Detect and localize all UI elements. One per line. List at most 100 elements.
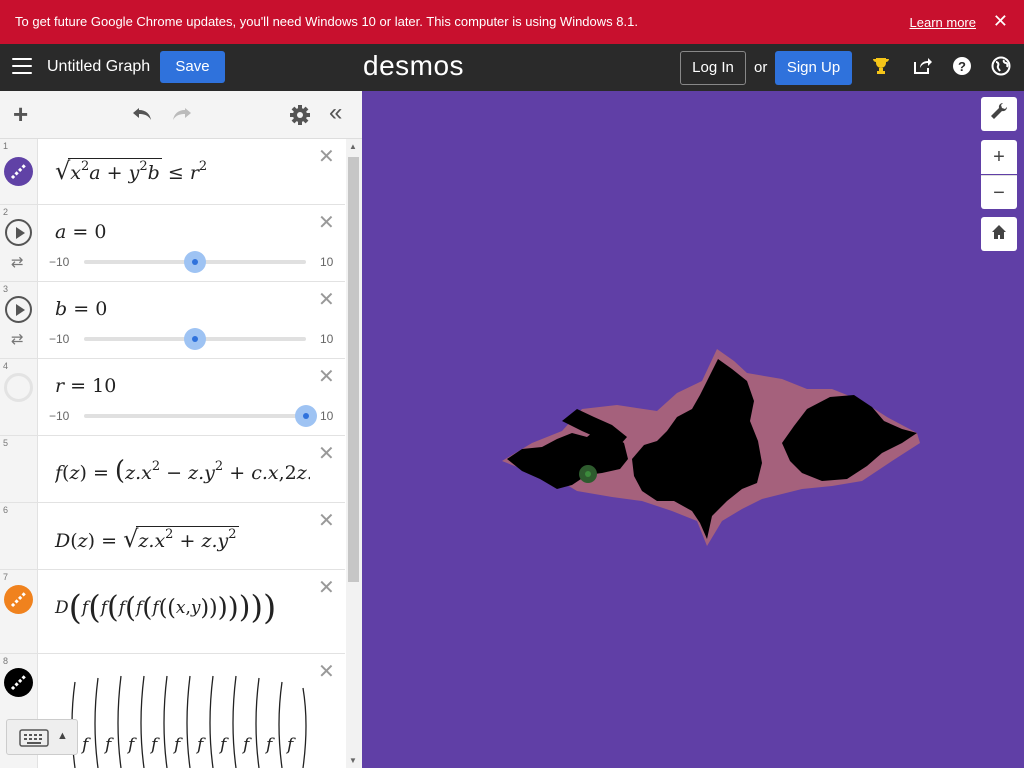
expression-scrollbar[interactable]: ▲ ▼ xyxy=(346,139,362,768)
add-item-icon[interactable]: + xyxy=(13,101,28,127)
expression-row-2[interactable]: 2 ⇄ a = 0 −10 10 ✕ xyxy=(0,205,345,282)
slider-expression[interactable]: r = 10 xyxy=(55,375,116,397)
signup-button[interactable]: Sign Up xyxy=(775,51,852,85)
expression-number: 2 xyxy=(3,207,9,217)
deep-nested-function-expression[interactable]: ffff ffff ff xyxy=(55,664,310,768)
expression-number: 7 xyxy=(3,572,9,582)
share-icon[interactable] xyxy=(911,56,933,78)
slider-variable: b xyxy=(55,298,68,320)
expression-toolbar: + « xyxy=(0,91,362,139)
expression-gutter: 3 ⇄ xyxy=(0,282,38,358)
expression-gutter: 5 xyxy=(0,436,38,502)
svg-text:f: f xyxy=(218,735,229,755)
nested-function-expression[interactable]: D(f(f(f(f(f((x,y))))))) xyxy=(55,588,276,628)
expression-number: 3 xyxy=(3,284,9,294)
slider-min[interactable]: −10 xyxy=(49,255,69,269)
trophy-icon[interactable] xyxy=(870,56,892,78)
play-slider-icon[interactable] xyxy=(5,219,32,246)
graph-settings-wrench-icon[interactable] xyxy=(981,97,1017,131)
slider-variable: r xyxy=(55,375,65,397)
slider-value: 10 xyxy=(92,375,117,397)
expression-row-1[interactable]: 1 √x2a + y2b ≤ r2 ✕ xyxy=(0,139,345,205)
expression-row-4[interactable]: 4 r = 10 −10 10 ✕ xyxy=(0,359,345,436)
color-toggle-icon[interactable] xyxy=(4,585,33,614)
slider-max[interactable]: 10 xyxy=(320,255,333,269)
color-toggle-icon[interactable] xyxy=(4,668,33,697)
expression-inequality[interactable]: √x2a + y2b ≤ r2 xyxy=(55,157,207,185)
scroll-up-arrow-icon[interactable]: ▲ xyxy=(349,142,357,151)
banner-message: To get future Google Chrome updates, you… xyxy=(15,14,638,29)
svg-text:f: f xyxy=(103,735,114,755)
update-banner: To get future Google Chrome updates, you… xyxy=(0,0,1024,44)
color-toggle-icon[interactable] xyxy=(4,157,33,186)
keypad-toggle-button[interactable]: ▲ xyxy=(6,719,78,755)
slider-expression[interactable]: b = 0 xyxy=(55,298,107,320)
slider-thumb[interactable] xyxy=(295,405,317,427)
scroll-down-arrow-icon[interactable]: ▼ xyxy=(349,756,357,765)
svg-text:f: f xyxy=(172,735,183,755)
delete-expression-icon[interactable]: ✕ xyxy=(318,444,335,464)
delete-expression-icon[interactable]: ✕ xyxy=(318,662,335,682)
expression-number: 1 xyxy=(3,141,9,151)
or-text: or xyxy=(754,59,768,76)
play-slider-icon[interactable] xyxy=(5,296,32,323)
delete-expression-icon[interactable]: ✕ xyxy=(318,578,335,598)
svg-text:f: f xyxy=(195,735,206,755)
svg-text:f: f xyxy=(126,735,137,755)
zoom-out-button[interactable]: − xyxy=(981,175,1017,209)
slider-thumb[interactable] xyxy=(184,251,206,273)
slider-track[interactable] xyxy=(84,414,306,418)
svg-text:?: ? xyxy=(958,59,966,74)
banner-close-button[interactable]: ✕ xyxy=(993,11,1008,32)
loop-mode-icon[interactable]: ⇄ xyxy=(11,330,24,348)
slider-expression[interactable]: a = 0 xyxy=(55,221,106,243)
login-button[interactable]: Log In xyxy=(680,51,746,85)
menu-icon[interactable] xyxy=(12,58,32,76)
expression-number: 8 xyxy=(3,656,9,666)
slider-min[interactable]: −10 xyxy=(49,409,69,423)
redo-icon[interactable] xyxy=(171,104,193,128)
expression-gutter: 2 ⇄ xyxy=(0,205,38,281)
julia-set-plot xyxy=(502,349,920,546)
slider-thumb[interactable] xyxy=(184,328,206,350)
keypad-expand-arrow-icon[interactable]: ▲ xyxy=(57,730,68,742)
collapse-panel-icon[interactable]: « xyxy=(329,101,342,125)
slider-max[interactable]: 10 xyxy=(320,332,333,346)
save-button[interactable]: Save xyxy=(160,51,225,83)
graph-title[interactable]: Untitled Graph xyxy=(47,58,150,76)
graph-canvas[interactable]: + − xyxy=(362,91,1024,768)
expression-row-5[interactable]: 5 f(z) = (z.x2 − z.y2 + c.x,2z.x·z.y ✕ xyxy=(0,436,345,503)
home-zoom-icon[interactable] xyxy=(981,217,1017,251)
expression-number: 4 xyxy=(3,361,9,371)
svg-text:f: f xyxy=(285,735,296,755)
desmos-logo: desmos xyxy=(363,50,465,81)
delete-expression-icon[interactable]: ✕ xyxy=(318,367,335,387)
undo-icon[interactable] xyxy=(131,104,153,128)
slider-value: 0 xyxy=(95,298,108,320)
scrollbar-thumb[interactable] xyxy=(348,157,359,582)
settings-gear-icon[interactable] xyxy=(289,104,311,130)
delete-expression-icon[interactable]: ✕ xyxy=(318,511,335,531)
delete-expression-icon[interactable]: ✕ xyxy=(318,147,335,167)
delete-expression-icon[interactable]: ✕ xyxy=(318,213,335,233)
expression-gutter: 4 xyxy=(0,359,38,435)
function-definition-f[interactable]: f(z) = (z.x2 − z.y2 + c.x,2z.x·z.y xyxy=(55,456,310,486)
delete-expression-icon[interactable]: ✕ xyxy=(318,290,335,310)
slider-min[interactable]: −10 xyxy=(49,332,69,346)
expression-number: 6 xyxy=(3,505,9,515)
expression-row-6[interactable]: 6 D(z) = √z.x2 + z.y2 ✕ xyxy=(0,503,345,570)
hidden-color-icon[interactable] xyxy=(4,373,33,402)
slider-value: 0 xyxy=(94,221,107,243)
zoom-in-button[interactable]: + xyxy=(981,140,1017,174)
learn-more-link[interactable]: Learn more xyxy=(910,15,976,30)
help-icon[interactable]: ? xyxy=(951,56,973,78)
expression-row-3[interactable]: 3 ⇄ b = 0 −10 10 ✕ xyxy=(0,282,345,359)
expression-panel: + « 1 √x2a + y2b ≤ r2 ✕ 2 ⇄ a = 0 −10 10… xyxy=(0,91,362,768)
slider-max[interactable]: 10 xyxy=(320,409,333,423)
language-globe-icon[interactable] xyxy=(990,56,1012,78)
expression-row-7[interactable]: 7 D(f(f(f(f(f((x,y))))))) ✕ xyxy=(0,570,345,654)
function-definition-d[interactable]: D(z) = √z.x2 + z.y2 xyxy=(55,525,239,553)
svg-text:f: f xyxy=(149,735,160,755)
loop-mode-icon[interactable]: ⇄ xyxy=(11,253,24,271)
svg-text:f: f xyxy=(80,735,91,755)
